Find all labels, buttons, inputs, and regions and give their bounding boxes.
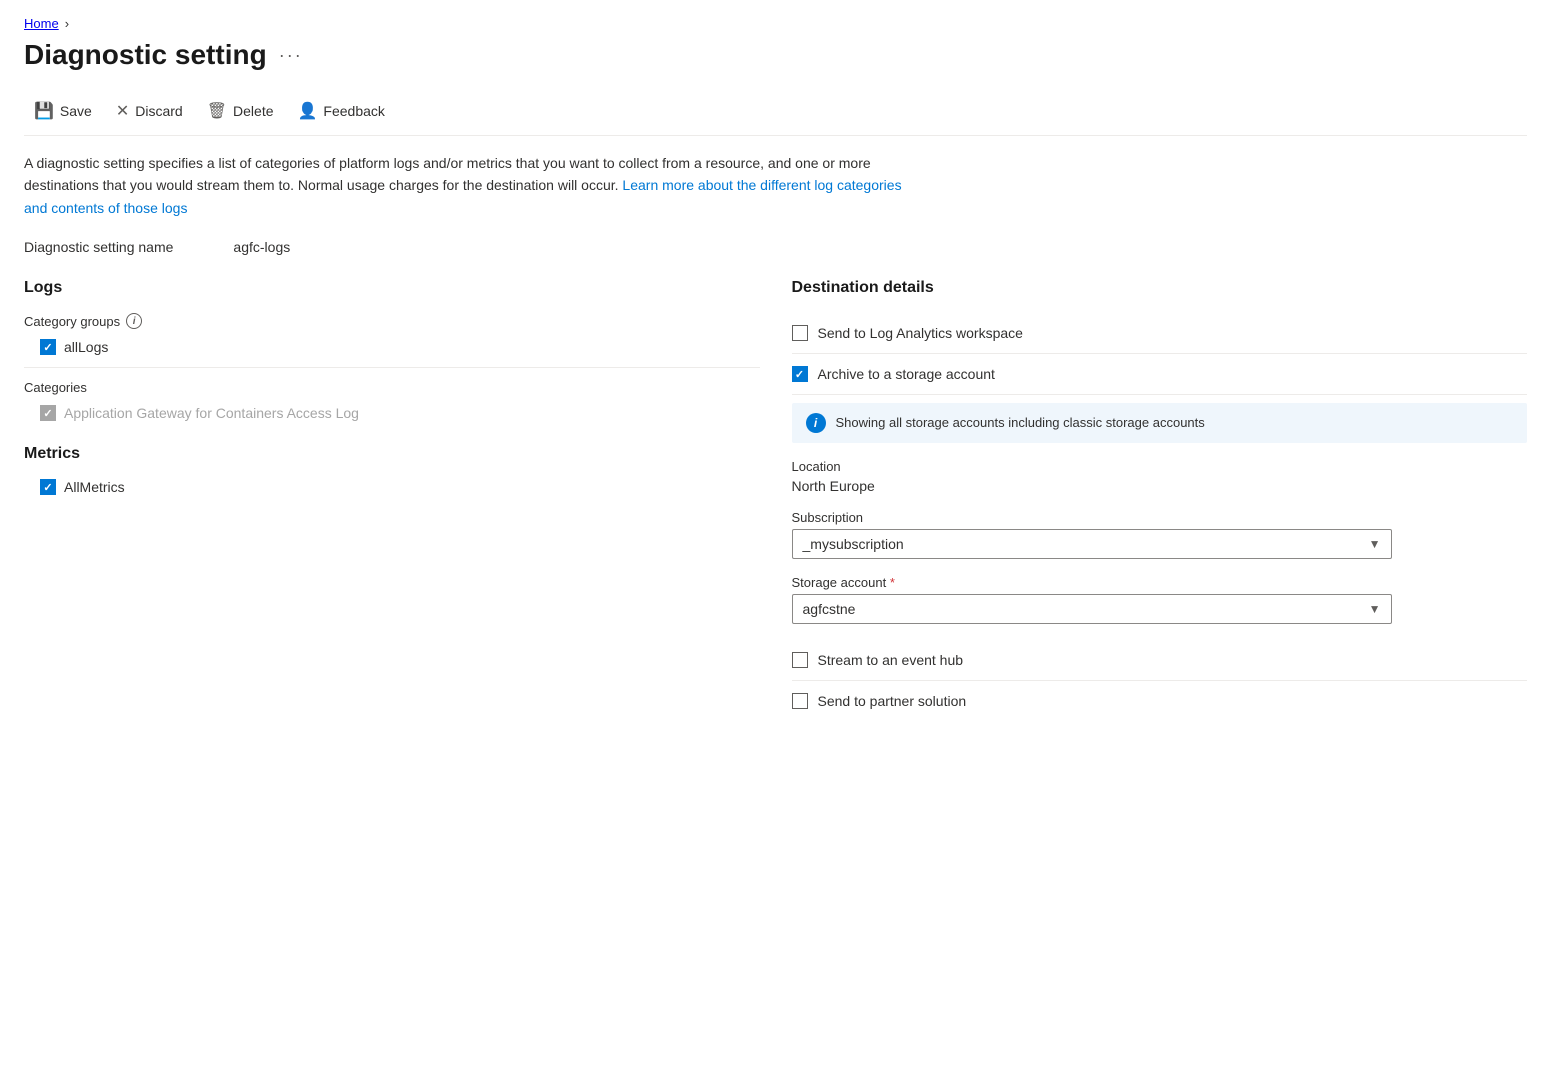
partner-solution-row: Send to partner solution: [792, 681, 1528, 721]
log-analytics-checkbox[interactable]: [792, 325, 808, 341]
required-star: *: [890, 575, 895, 590]
location-field: Location North Europe: [792, 459, 1528, 494]
description: A diagnostic setting specifies a list of…: [24, 152, 924, 219]
category-groups-label: Category groups i: [24, 313, 760, 329]
location-value: North Europe: [792, 478, 1528, 494]
toolbar: 💾 Save ✕ Discard 🗑 Delete 👤 Feedback: [24, 87, 1527, 136]
subscription-label: Subscription: [792, 510, 1528, 525]
archive-section: i Showing all storage accounts including…: [792, 403, 1528, 624]
access-log-checkbox[interactable]: ✓: [40, 405, 56, 421]
allMetrics-label[interactable]: AllMetrics: [64, 479, 125, 495]
allLogs-label[interactable]: allLogs: [64, 339, 108, 355]
subscription-chevron-icon: ▼: [1369, 537, 1381, 551]
log-analytics-row: Send to Log Analytics workspace: [792, 313, 1528, 354]
access-log-check: ✓: [43, 407, 52, 420]
metrics-section: Metrics ✓ AllMetrics: [24, 445, 760, 495]
category-groups-info-icon[interactable]: i: [126, 313, 142, 329]
save-button[interactable]: 💾 Save: [24, 95, 102, 127]
delete-icon: 🗑: [207, 101, 227, 121]
page-title-row: Diagnostic setting ···: [24, 39, 1527, 71]
logs-section-title: Logs: [24, 279, 760, 297]
event-hub-row: Stream to an event hub: [792, 640, 1528, 681]
subscription-select[interactable]: _mysubscription ▼: [792, 529, 1392, 559]
main-content: Logs Category groups i ✓ allLogs Categ: [24, 279, 1527, 721]
storage-account-field-label: Storage account *: [792, 575, 1528, 590]
allMetrics-checkbox[interactable]: ✓: [40, 479, 56, 495]
delete-button[interactable]: 🗑 Delete: [197, 95, 284, 127]
storage-info-banner: i Showing all storage accounts including…: [792, 403, 1528, 443]
page-title: Diagnostic setting: [24, 39, 267, 71]
storage-account-checkbox[interactable]: ✓: [792, 366, 808, 382]
more-options-button[interactable]: ···: [279, 45, 303, 66]
setting-name-row: Diagnostic setting name agfc-logs: [24, 239, 1527, 255]
storage-account-chevron-icon: ▼: [1369, 602, 1381, 616]
allLogs-checkbox[interactable]: ✓: [40, 339, 56, 355]
categories-label: Categories: [24, 380, 760, 395]
storage-account-row: ✓ Archive to a storage account: [792, 354, 1528, 395]
location-label: Location: [792, 459, 1528, 474]
home-link[interactable]: Home: [24, 16, 59, 31]
discard-icon: ✕: [116, 101, 129, 121]
storage-account-value: agfcstne: [803, 601, 856, 617]
feedback-icon: 👤: [298, 101, 318, 121]
left-panel: Logs Category groups i ✓ allLogs Categ: [24, 279, 760, 721]
info-banner-text: Showing all storage accounts including c…: [836, 413, 1205, 433]
feedback-button[interactable]: 👤 Feedback: [288, 95, 395, 127]
subscription-field: Subscription _mysubscription ▼: [792, 510, 1528, 559]
setting-name-value: agfc-logs: [233, 239, 290, 255]
metrics-section-title: Metrics: [24, 445, 760, 463]
subscription-value: _mysubscription: [803, 536, 904, 552]
info-banner-icon: i: [806, 413, 826, 433]
allLogs-check: ✓: [43, 341, 52, 354]
discard-button[interactable]: ✕ Discard: [106, 95, 193, 127]
event-hub-label: Stream to an event hub: [818, 652, 964, 668]
allLogs-row: ✓ allLogs: [24, 339, 760, 355]
setting-name-label: Diagnostic setting name: [24, 239, 173, 255]
save-icon: 💾: [34, 101, 54, 121]
allMetrics-check: ✓: [43, 481, 52, 494]
partner-solution-label: Send to partner solution: [818, 693, 967, 709]
breadcrumb-separator: ›: [65, 16, 69, 31]
right-panel: Destination details Send to Log Analytic…: [792, 279, 1528, 721]
categories-section: Categories ✓ Application Gateway for Con…: [24, 380, 760, 421]
access-log-label: Application Gateway for Containers Acces…: [64, 405, 359, 421]
breadcrumb: Home ›: [24, 16, 1527, 31]
storage-account-check: ✓: [795, 368, 804, 381]
partner-solution-checkbox[interactable]: [792, 693, 808, 709]
allMetrics-row: ✓ AllMetrics: [24, 479, 760, 495]
access-log-row: ✓ Application Gateway for Containers Acc…: [24, 405, 760, 421]
logs-section: Logs Category groups i ✓ allLogs Categ: [24, 279, 760, 421]
divider-categories: [24, 367, 760, 368]
destination-section-title: Destination details: [792, 279, 1528, 297]
storage-account-field: Storage account * agfcstne ▼: [792, 575, 1528, 624]
storage-account-select[interactable]: agfcstne ▼: [792, 594, 1392, 624]
storage-account-label: Archive to a storage account: [818, 366, 995, 382]
log-analytics-label: Send to Log Analytics workspace: [818, 325, 1023, 341]
event-hub-checkbox[interactable]: [792, 652, 808, 668]
